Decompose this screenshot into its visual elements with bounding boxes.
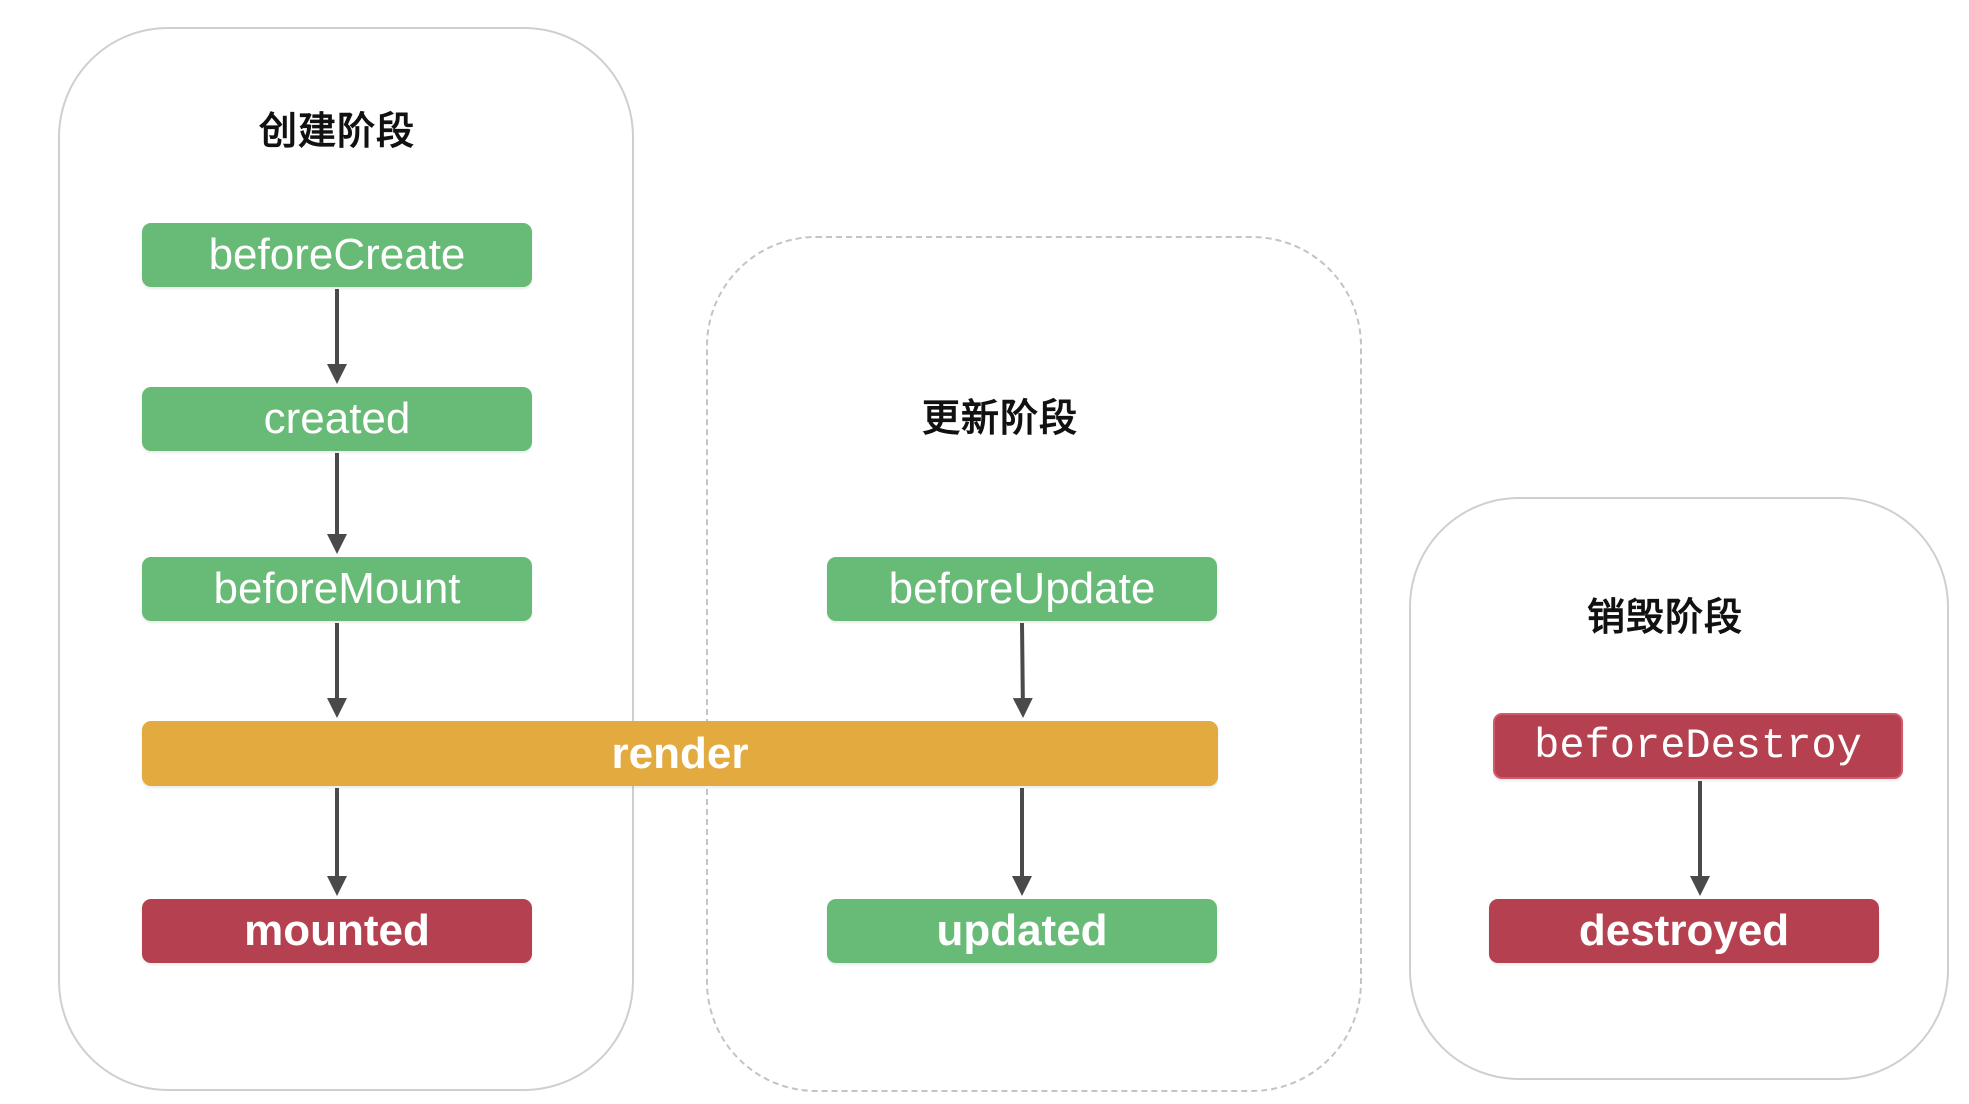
- node-beforedestroy: beforeDestroy: [1493, 713, 1903, 779]
- node-updated: updated: [827, 899, 1217, 963]
- lifecycle-diagram: 创建阶段 更新阶段 销毁阶段 beforeCreate created befo…: [0, 0, 1969, 1104]
- update-phase-title: 更新阶段: [921, 396, 1079, 440]
- node-beforecreate: beforeCreate: [142, 223, 532, 287]
- update-phase-panel: [706, 236, 1362, 1092]
- node-mounted: mounted: [142, 899, 532, 963]
- destruction-phase-title: 销毁阶段: [1586, 595, 1744, 639]
- destruction-phase-panel: [1409, 497, 1949, 1080]
- node-beforemount: beforeMount: [142, 557, 532, 621]
- creation-phase-title: 创建阶段: [258, 109, 416, 153]
- node-created: created: [142, 387, 532, 451]
- node-destroyed: destroyed: [1489, 899, 1879, 963]
- node-render: render: [142, 721, 1218, 786]
- node-beforeupdate: beforeUpdate: [827, 557, 1217, 621]
